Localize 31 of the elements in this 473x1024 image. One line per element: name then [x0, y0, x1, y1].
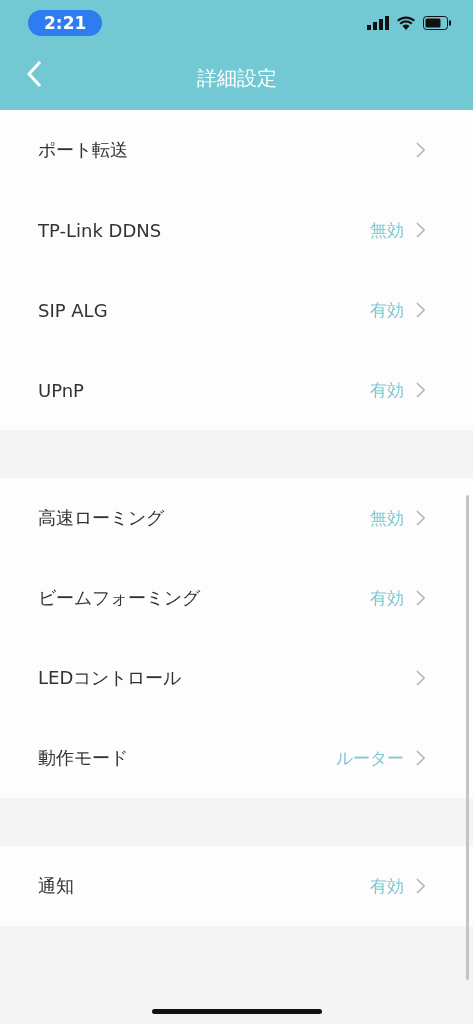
chevron-icon[interactable]	[416, 670, 425, 686]
chevron-icon[interactable]	[416, 510, 425, 526]
chevron-icon[interactable]	[416, 222, 425, 238]
setting-label[interactable]: SIP ALG	[38, 299, 370, 321]
chevron-icon[interactable]	[416, 750, 425, 766]
wifi-icon	[397, 16, 415, 30]
setting-value: 無効	[370, 218, 404, 242]
battery-icon	[423, 16, 451, 30]
chevron-icon[interactable]	[416, 302, 425, 318]
setting-value: ルーター	[336, 746, 404, 770]
setting-label[interactable]: ポート転送	[38, 138, 416, 162]
setting-label[interactable]: TP-Link DDNS	[38, 219, 370, 241]
setting-label[interactable]: LEDコントロール	[38, 666, 416, 690]
header-title: 詳細設定	[196, 64, 277, 92]
chevron-icon[interactable]	[416, 590, 425, 606]
chevron-icon[interactable]	[416, 382, 425, 398]
setting-label[interactable]: 高速ローミング	[38, 506, 370, 530]
setting-label[interactable]: 動作モード	[38, 746, 336, 770]
chevron-icon[interactable]	[416, 142, 425, 158]
status-time: 2:21	[28, 10, 103, 36]
back-icon[interactable]	[26, 60, 42, 88]
setting-value: 有効	[370, 586, 404, 610]
chevron-icon[interactable]	[416, 878, 425, 894]
signal-icon	[367, 16, 389, 30]
setting-value: 有効	[370, 378, 404, 402]
setting-value: 無効	[370, 506, 404, 530]
setting-value: 有効	[370, 298, 404, 322]
setting-value: 有効	[370, 874, 404, 898]
setting-label[interactable]: ビームフォーミング	[38, 586, 370, 610]
setting-label[interactable]: 通知	[38, 874, 370, 898]
setting-label[interactable]: UPnP	[38, 379, 370, 401]
